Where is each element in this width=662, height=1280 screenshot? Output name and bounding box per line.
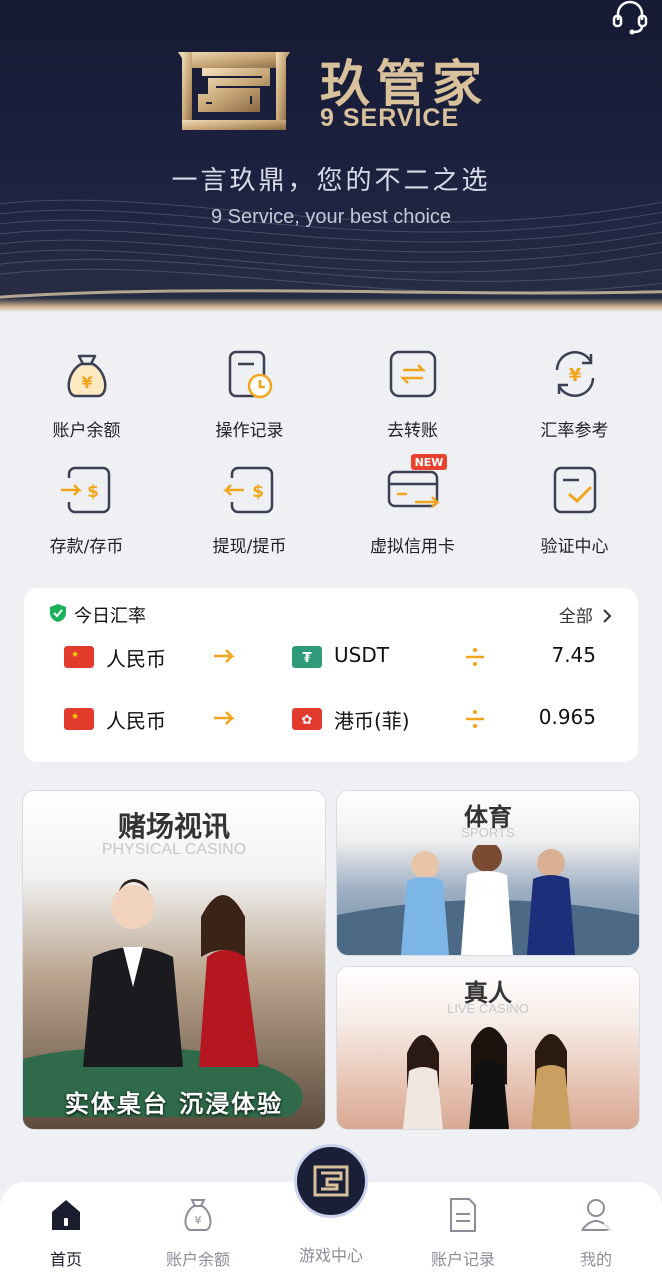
card-subtitle: LIVE CASINO (447, 1001, 529, 1016)
hong-kong-flag-icon: ✿ (292, 708, 322, 730)
money-bag-icon: ¥ (67, 354, 106, 398)
action-exchange-rate[interactable]: ¥ 汇率参考 (492, 346, 657, 441)
tab-balance[interactable]: ¥ 账户余额 (148, 1196, 248, 1270)
card-subtitle: PHYSICAL CASINO (101, 841, 247, 858)
tab-label: 游戏中心 (298, 1246, 363, 1265)
card-sports[interactable]: 体育 SPORTS (336, 790, 640, 956)
deposit-icon: $ (60, 466, 110, 514)
tab-label: 首页 (49, 1250, 82, 1269)
action-label: 验证中心 (540, 537, 609, 557)
china-flag-icon: ★ (64, 646, 94, 668)
action-label: 虚拟信用卡 (370, 537, 455, 557)
china-flag-icon: ★ (64, 708, 94, 730)
home-icon (52, 1200, 80, 1230)
tab-game-center[interactable]: 游戏中心 (281, 1196, 381, 1266)
svg-text:★: ★ (71, 712, 79, 722)
tab-home[interactable]: 首页 (16, 1196, 116, 1270)
svg-text:$: $ (252, 482, 264, 502)
casino-dealers-image (23, 879, 303, 1117)
action-withdraw[interactable]: $ 提现/提币 (167, 462, 332, 557)
action-label: 操作记录 (215, 421, 284, 441)
rate-row[interactable]: ★ 人民币 ₮ USDT 7.45 (24, 638, 638, 678)
live-dealers-image (403, 1027, 571, 1129)
chevron-right-icon (603, 609, 612, 623)
verify-icon (553, 466, 596, 514)
rate-from-currency: 人民币 (106, 647, 166, 671)
rate-card-title: 今日汇率 (74, 606, 146, 627)
action-balance[interactable]: ¥ 账户余额 (4, 346, 169, 441)
rate-to-currency: USDT (334, 643, 389, 667)
tab-label: 账户余额 (165, 1250, 230, 1269)
action-history[interactable]: 操作记录 (167, 346, 332, 441)
rate-shield-icon (50, 604, 66, 622)
money-bag-icon: ¥ (184, 1199, 212, 1231)
usdt-icon: ₮ (292, 646, 322, 668)
svg-text:¥: ¥ (81, 373, 92, 392)
action-transfer[interactable]: 去转账 (330, 346, 495, 441)
action-label: 存款/存币 (49, 537, 124, 557)
card-title: 赌场视讯 (117, 810, 230, 843)
exchange-rate-card: 今日汇率 全部 ★ 人民币 ₮ USDT 7.45 ★ 人民币 ✿ 港币(菲) … (24, 588, 638, 762)
tab-account-records[interactable]: 账户记录 (413, 1196, 513, 1270)
rate-row[interactable]: ★ 人民币 ✿ 港币(菲) 0.965 (24, 700, 638, 740)
rate-from-currency: 人民币 (106, 709, 166, 733)
brand-logo-icon (178, 52, 290, 130)
divide-icon (466, 710, 484, 728)
tab-label: 账户记录 (430, 1250, 495, 1269)
card-subtitle: SPORTS (461, 825, 515, 840)
new-badge: NEW (414, 456, 443, 469)
casino-banner: 实体桌台 沉浸体验 (23, 1084, 325, 1119)
document-icon (450, 1198, 476, 1232)
slogan-en: 9 Service, your best choice (210, 206, 452, 228)
rate-value: 0.965 (538, 705, 596, 729)
action-label: 去转账 (387, 421, 438, 441)
svg-text:★: ★ (71, 650, 79, 660)
transfer-icon (389, 350, 436, 398)
watermark-text: 佰乐头条 (500, 1218, 628, 1253)
exchange-rate-icon: ¥ (555, 351, 594, 397)
brand-name-en: 9 SERVICE (320, 104, 460, 132)
arrow-right-icon (214, 649, 236, 663)
card-live-casino[interactable]: 真人 LIVE CASINO (336, 966, 640, 1130)
svg-text:¥: ¥ (195, 1214, 202, 1227)
rate-to-currency: 港币(菲) (334, 709, 410, 733)
card-physical-casino[interactable]: 赌场视讯 PHYSICAL CASINO 实体桌台 沉浸体验 (22, 790, 326, 1130)
arrow-right-icon (214, 711, 236, 725)
rate-value: 7.45 (551, 643, 596, 667)
watermark-sub: bole90.com (540, 1258, 592, 1269)
action-label: 汇率参考 (540, 421, 609, 441)
svg-text:¥: ¥ (568, 365, 581, 386)
action-virtual-card[interactable]: NEW 虚拟信用卡 (330, 454, 495, 557)
svg-text:$: $ (87, 482, 99, 502)
customer-service-icon[interactable] (610, 0, 650, 36)
hero-banner: 玖管家 9 SERVICE 一言玖鼎，您的不二之选 9 Service, you… (0, 0, 662, 312)
svg-text:✿: ✿ (302, 713, 313, 728)
action-label: 提现/提币 (212, 537, 287, 557)
see-all-label: 全部 (558, 607, 593, 627)
svg-text:₮: ₮ (302, 651, 311, 666)
slogan-cn: 一言玖鼎，您的不二之选 (171, 166, 491, 196)
divide-icon (466, 648, 484, 666)
sports-players-image (337, 845, 639, 955)
action-deposit[interactable]: $ 存款/存币 (4, 462, 169, 557)
rate-see-all-link[interactable]: 全部 (559, 602, 612, 627)
withdraw-icon: $ (222, 466, 273, 514)
casino-banner-text: 实体桌台 沉浸体验 (64, 1090, 284, 1118)
action-label: 账户余额 (52, 421, 121, 441)
credit-card-icon: NEW (387, 454, 447, 508)
history-record-icon (228, 350, 272, 399)
action-verify[interactable]: 验证中心 (492, 462, 657, 557)
